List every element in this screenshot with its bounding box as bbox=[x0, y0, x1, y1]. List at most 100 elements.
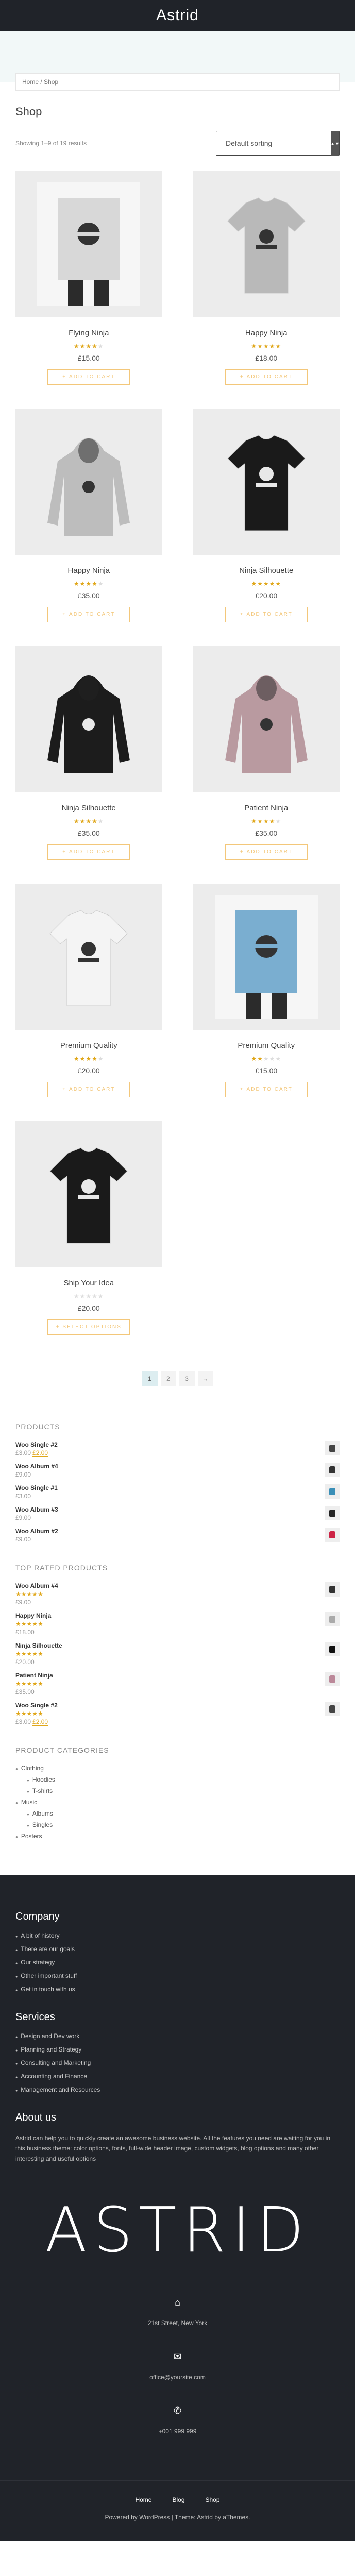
footer: Company ● A bit of history ● There are our … bbox=[0, 1875, 355, 2480]
category-item[interactable]: ● Hoodies bbox=[27, 1776, 340, 1783]
button-label: Add to cart bbox=[246, 374, 293, 380]
thumbnail-icon bbox=[329, 1531, 335, 1538]
footer-company-link[interactable]: ● Get in touch with us bbox=[15, 1986, 340, 1993]
widget-product-name[interactable]: Woo Album #3 bbox=[15, 1506, 58, 1513]
page-link[interactable]: 3 bbox=[179, 1371, 195, 1386]
product-name[interactable]: Ship Your Idea bbox=[15, 1279, 162, 1287]
widget-product[interactable]: Woo Album #2 £9.00 bbox=[15, 1528, 340, 1543]
product-thumbnail[interactable] bbox=[325, 1463, 340, 1477]
product-name[interactable]: Premium Quality bbox=[193, 1041, 340, 1050]
product-image[interactable] bbox=[193, 646, 340, 792]
footer-nav-link[interactable]: Home bbox=[135, 2496, 151, 2503]
widget-product[interactable]: Woo Single #2 ★★★★★ £3.00 £2.00 bbox=[15, 1702, 340, 1726]
breadcrumb[interactable]: Home / Shop bbox=[15, 73, 340, 91]
product-name[interactable]: Flying Ninja bbox=[15, 329, 162, 337]
category-item[interactable]: ● Clothing bbox=[15, 1765, 340, 1772]
footer-service-link[interactable]: ● Accounting and Finance bbox=[15, 2073, 340, 2080]
widget-product[interactable]: Woo Album #4 ★★★★★ £9.00 bbox=[15, 1582, 340, 1606]
product-image[interactable] bbox=[15, 171, 162, 317]
footer-nav-link[interactable]: Shop bbox=[206, 2496, 220, 2503]
cart-icon: + bbox=[56, 1324, 60, 1330]
product-thumbnail[interactable] bbox=[325, 1672, 340, 1686]
site-title[interactable]: Astrid bbox=[156, 7, 199, 24]
footer-service-link[interactable]: ● Management and Resources bbox=[15, 2086, 340, 2093]
page-link[interactable]: → bbox=[197, 1371, 213, 1386]
category-item[interactable]: ● Singles bbox=[27, 1821, 340, 1828]
footer-company-link[interactable]: ● There are our goals bbox=[15, 1945, 340, 1953]
widget-product[interactable]: Woo Single #2 £3.00 £2.00 bbox=[15, 1441, 340, 1457]
product-thumbnail[interactable] bbox=[325, 1484, 340, 1499]
product-thumbnail[interactable] bbox=[325, 1612, 340, 1626]
widget-product-name[interactable]: Woo Single #2 bbox=[15, 1441, 58, 1448]
bullet-icon: ● bbox=[15, 1767, 18, 1771]
widget-product-name[interactable]: Happy Ninja bbox=[15, 1612, 51, 1619]
product-thumbnail[interactable] bbox=[325, 1642, 340, 1656]
widget-product-name[interactable]: Woo Album #4 bbox=[15, 1463, 58, 1470]
product-thumbnail[interactable] bbox=[325, 1702, 340, 1716]
page-link[interactable]: 2 bbox=[160, 1371, 176, 1386]
product-image[interactable] bbox=[193, 171, 340, 317]
widget-product[interactable]: Patient Ninja ★★★★★ £35.00 bbox=[15, 1672, 340, 1696]
widget-product[interactable]: Woo Album #4 £9.00 bbox=[15, 1463, 340, 1478]
category-item[interactable]: ● Music bbox=[15, 1799, 340, 1806]
email-text[interactable]: office@yoursite.com bbox=[149, 2374, 206, 2381]
footer-company-link[interactable]: ● A bit of history bbox=[15, 1932, 340, 1939]
product-rating: ★★★★★ bbox=[15, 818, 162, 825]
widget-product-name[interactable]: Woo Single #1 bbox=[15, 1484, 58, 1492]
widget-product-name[interactable]: Woo Album #4 bbox=[15, 1582, 58, 1589]
product-name[interactable]: Premium Quality bbox=[15, 1041, 162, 1050]
footer-service-link[interactable]: ● Consulting and Marketing bbox=[15, 2059, 340, 2066]
widget-product-name[interactable]: Woo Single #2 bbox=[15, 1702, 58, 1709]
widget-product[interactable]: Happy Ninja ★★★★★ £18.00 bbox=[15, 1612, 340, 1636]
select-options-button[interactable]: + Select options bbox=[47, 1319, 130, 1335]
add-to-cart-button[interactable]: + Add to cart bbox=[47, 1082, 130, 1097]
add-to-cart-button[interactable]: + Add to cart bbox=[47, 607, 130, 622]
category-item[interactable]: ● Posters bbox=[15, 1833, 340, 1840]
add-to-cart-button[interactable]: + Add to cart bbox=[225, 607, 308, 622]
product-image[interactable] bbox=[15, 409, 162, 555]
product-thumbnail[interactable] bbox=[325, 1441, 340, 1455]
widget-product[interactable]: Woo Album #3 £9.00 bbox=[15, 1506, 340, 1521]
product-image[interactable] bbox=[193, 884, 340, 1030]
page-link[interactable]: 1 bbox=[142, 1371, 158, 1386]
product-image[interactable] bbox=[15, 884, 162, 1030]
footer-nav-link[interactable]: Blog bbox=[172, 2496, 184, 2503]
product-name[interactable]: Ninja Silhouette bbox=[193, 566, 340, 575]
product-thumbnail[interactable] bbox=[325, 1528, 340, 1542]
product-name[interactable]: Ninja Silhouette bbox=[15, 804, 162, 812]
footer-company-link[interactable]: ● Our strategy bbox=[15, 1959, 340, 1966]
product-image[interactable] bbox=[15, 1121, 162, 1267]
product-name[interactable]: Happy Ninja bbox=[193, 329, 340, 337]
widget-product[interactable]: Woo Single #1 £3.00 bbox=[15, 1484, 340, 1500]
sort-select[interactable]: Default sorting ▲▼ bbox=[216, 131, 340, 156]
widget-product[interactable]: Ninja Silhouette ★★★★★ £20.00 bbox=[15, 1642, 340, 1666]
product-name[interactable]: Patient Ninja bbox=[193, 804, 340, 812]
product-image[interactable] bbox=[193, 409, 340, 555]
add-to-cart-button[interactable]: + Add to cart bbox=[47, 369, 130, 385]
category-item[interactable]: ● T-shirts bbox=[27, 1787, 340, 1794]
category-item[interactable]: ● Albums bbox=[27, 1810, 340, 1817]
product-name[interactable]: Happy Ninja bbox=[15, 566, 162, 575]
bullet-icon: ● bbox=[15, 1935, 18, 1939]
widget-product-name[interactable]: Woo Album #2 bbox=[15, 1528, 58, 1535]
product-image[interactable] bbox=[15, 646, 162, 792]
thumbnail-icon bbox=[329, 1586, 335, 1593]
category-label: Singles bbox=[32, 1821, 53, 1828]
footer-service-link[interactable]: ● Design and Dev work bbox=[15, 2032, 340, 2040]
bullet-icon: ● bbox=[15, 1989, 18, 1992]
add-to-cart-button[interactable]: + Add to cart bbox=[225, 369, 308, 385]
footer-company-link[interactable]: ● Other important stuff bbox=[15, 1972, 340, 1979]
widget-product-name[interactable]: Patient Ninja bbox=[15, 1672, 53, 1679]
button-label: Add to cart bbox=[246, 849, 293, 855]
widget-product-name[interactable]: Ninja Silhouette bbox=[15, 1642, 62, 1649]
product-thumbnail[interactable] bbox=[325, 1506, 340, 1520]
widget-product-info: Woo Single #2 ★★★★★ £3.00 £2.00 bbox=[15, 1702, 58, 1726]
product-thumbnail[interactable] bbox=[325, 1582, 340, 1597]
star-icon: ★ bbox=[275, 343, 282, 350]
footer-service-link[interactable]: ● Planning and Strategy bbox=[15, 2046, 340, 2053]
cart-icon: + bbox=[62, 1087, 67, 1092]
add-to-cart-button[interactable]: + Add to cart bbox=[225, 844, 308, 860]
add-to-cart-button[interactable]: + Add to cart bbox=[47, 844, 130, 860]
add-to-cart-button[interactable]: + Add to cart bbox=[225, 1082, 308, 1097]
result-count: Showing 1–9 of 19 results bbox=[15, 140, 87, 147]
